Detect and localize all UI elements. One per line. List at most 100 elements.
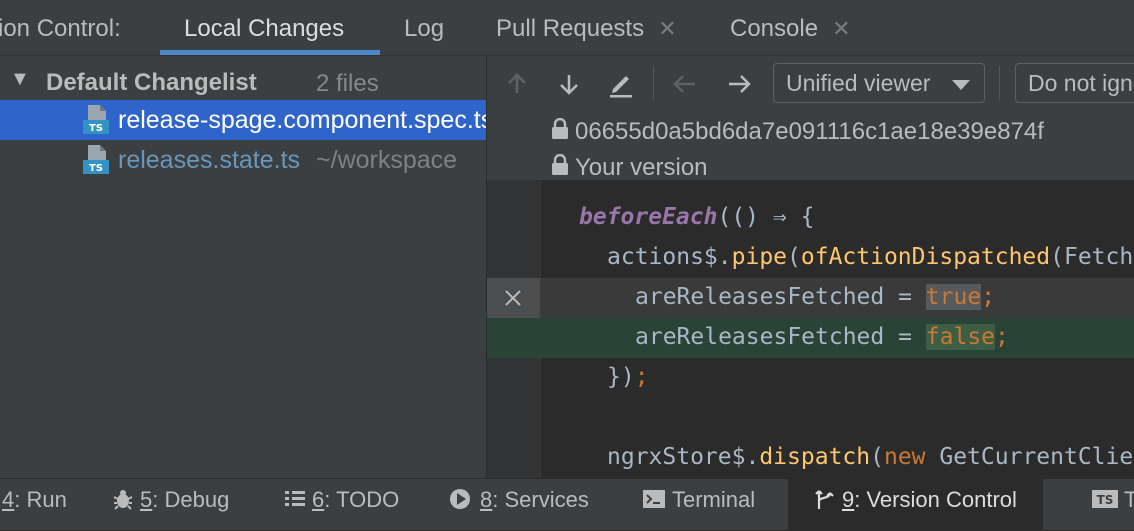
toolbar-separator xyxy=(653,66,654,100)
mnemonic: 6 xyxy=(312,487,325,512)
viewer-mode-dropdown[interactable]: Unified viewer xyxy=(773,63,985,103)
mnemonic: 5 xyxy=(140,487,153,512)
gutter-cell xyxy=(487,318,540,358)
tool-label: : Version Control xyxy=(854,487,1017,512)
file-name-text: releases.state.ts xyxy=(118,146,301,174)
file-name: release-spage.component.spec.ts xyxy=(118,106,486,134)
chevron-down-icon xyxy=(952,80,970,90)
deleted-code-line: areReleasesFetched = true; xyxy=(487,278,1134,318)
whitespace-policy-value: Do not ignore xyxy=(1028,70,1134,96)
lock-icon xyxy=(552,154,568,175)
typescript-file-icon: TS xyxy=(83,105,109,134)
left-revision-hash: 06655d0a5bd6da7e091116c1ae18e39e874f xyxy=(575,118,1044,145)
tab-label: Pull Requests xyxy=(496,15,645,42)
svg-text:TS: TS xyxy=(89,163,103,174)
services-tool-button[interactable]: 8: Services xyxy=(446,479,599,531)
typescript-tool-button[interactable]: TS T xyxy=(1092,479,1134,531)
code-line: actions$.pipe(ofActionDispatched(Fetch xyxy=(487,238,1134,278)
typescript-icon: TS xyxy=(1092,490,1118,509)
bug-icon xyxy=(113,490,133,510)
diff-editor[interactable]: beforeEach(() ⇒ { actions$.pipe(ofAction… xyxy=(487,180,1134,478)
revert-change-icon[interactable] xyxy=(503,288,523,308)
diff-toolbar: Unified viewer Do not ignore xyxy=(487,56,1134,112)
todo-list-icon xyxy=(285,491,305,507)
svg-text:TS: TS xyxy=(1097,493,1114,507)
terminal-icon xyxy=(643,490,665,509)
run-tool-button[interactable]: 4: Run xyxy=(0,479,77,531)
code-token: ( xyxy=(787,244,801,270)
changelist-header[interactable]: ▼ Default Changelist 2 files xyxy=(0,60,486,100)
previous-difference-button[interactable] xyxy=(499,66,535,102)
tool-label: : Run xyxy=(14,487,67,512)
typescript-file-icon: TS xyxy=(83,145,109,174)
todo-tool-button[interactable]: 6: TODO xyxy=(282,479,409,531)
mnemonic: 9 xyxy=(842,487,855,512)
code-line: beforeEach(() ⇒ { xyxy=(487,198,1134,238)
code-line: }); xyxy=(487,358,1134,398)
toolbar-separator xyxy=(999,66,1000,100)
changelist-file-count: 2 files xyxy=(316,70,379,97)
previous-file-button[interactable] xyxy=(667,66,703,102)
code-token: new xyxy=(883,444,926,470)
code-token: actions$. xyxy=(607,244,732,270)
version-control-tool-button[interactable]: 9: Version Control xyxy=(788,479,1043,531)
changes-tree: ▼ Default Changelist 2 files TS release-… xyxy=(0,56,486,478)
tab-log[interactable]: Log xyxy=(404,0,444,56)
tool-label: T xyxy=(1124,487,1134,512)
tool-window-bar: 4: Run 5: Debug 6: TODO 8: Services Term… xyxy=(0,478,1134,531)
tab-label: Local Changes xyxy=(184,15,345,42)
svg-text:TS: TS xyxy=(89,123,103,134)
tool-window-tabbar: sion Control: Local Changes Log Pull Req… xyxy=(0,0,1134,56)
code-token: GetCurrentClie xyxy=(925,444,1134,470)
tab-local-changes[interactable]: Local Changes xyxy=(184,0,344,56)
whitespace-policy-dropdown[interactable]: Do not ignore xyxy=(1015,63,1134,103)
code-token: pipe xyxy=(731,244,788,270)
edit-source-button[interactable] xyxy=(603,66,639,102)
arrow-up-icon xyxy=(508,73,526,93)
arrow-right-icon xyxy=(729,75,751,93)
code-token: false xyxy=(925,324,996,350)
mnemonic: 4 xyxy=(2,487,15,512)
code-token: ofActionDispatched xyxy=(800,244,1051,270)
code-token: ; xyxy=(981,284,996,310)
code-token: ngrxStore$. xyxy=(607,444,760,470)
file-name: releases.state.ts ~/workspace xyxy=(118,146,457,175)
active-tab-indicator xyxy=(160,50,380,55)
tool-label: : Services xyxy=(492,487,589,512)
close-icon[interactable]: ✕ xyxy=(832,16,850,41)
file-path: ~/workspace xyxy=(316,146,458,174)
changed-file-row[interactable]: TS release-spage.component.spec.ts xyxy=(0,100,486,140)
next-file-button[interactable] xyxy=(721,66,757,102)
lock-icon xyxy=(552,118,568,139)
tab-console[interactable]: Console ✕ xyxy=(730,0,851,56)
diff-panel: Unified viewer Do not ignore 06655d0a5bd… xyxy=(486,56,1134,478)
tool-label: Terminal xyxy=(672,487,756,512)
tab-label: Console xyxy=(730,15,819,42)
code-token: ; xyxy=(634,364,649,390)
tool-label: : Debug xyxy=(152,487,230,512)
changed-file-row[interactable]: TS releases.state.ts ~/workspace xyxy=(0,140,486,180)
next-difference-button[interactable] xyxy=(551,66,587,102)
code-token: }) xyxy=(607,364,635,390)
tab-label: Log xyxy=(404,15,445,42)
gutter-cell xyxy=(487,278,540,318)
close-icon[interactable]: ✕ xyxy=(658,16,676,41)
code-token: true xyxy=(925,284,982,310)
code-token: ; xyxy=(995,324,1009,350)
code-token: (() ⇒ { xyxy=(717,204,815,230)
changelist-name: Default Changelist xyxy=(46,69,257,96)
debug-tool-button[interactable]: 5: Debug xyxy=(108,479,239,531)
terminal-tool-button[interactable]: Terminal xyxy=(640,479,771,531)
tab-pull-requests[interactable]: Pull Requests ✕ xyxy=(496,0,677,56)
right-revision-label: Your version xyxy=(575,154,708,181)
expand-arrow-icon[interactable]: ▼ xyxy=(10,68,30,91)
pencil-icon xyxy=(610,76,632,98)
added-code-line: areReleasesFetched = false; xyxy=(487,318,1134,358)
code-token: = xyxy=(884,284,926,310)
vcs-branch-icon xyxy=(815,490,834,510)
code-token: areReleasesFetched xyxy=(635,284,885,310)
code-token: = xyxy=(884,324,926,350)
arrow-left-icon xyxy=(673,75,695,93)
tool-label: : TODO xyxy=(324,487,400,512)
tabbar-title: sion Control: xyxy=(0,15,121,42)
